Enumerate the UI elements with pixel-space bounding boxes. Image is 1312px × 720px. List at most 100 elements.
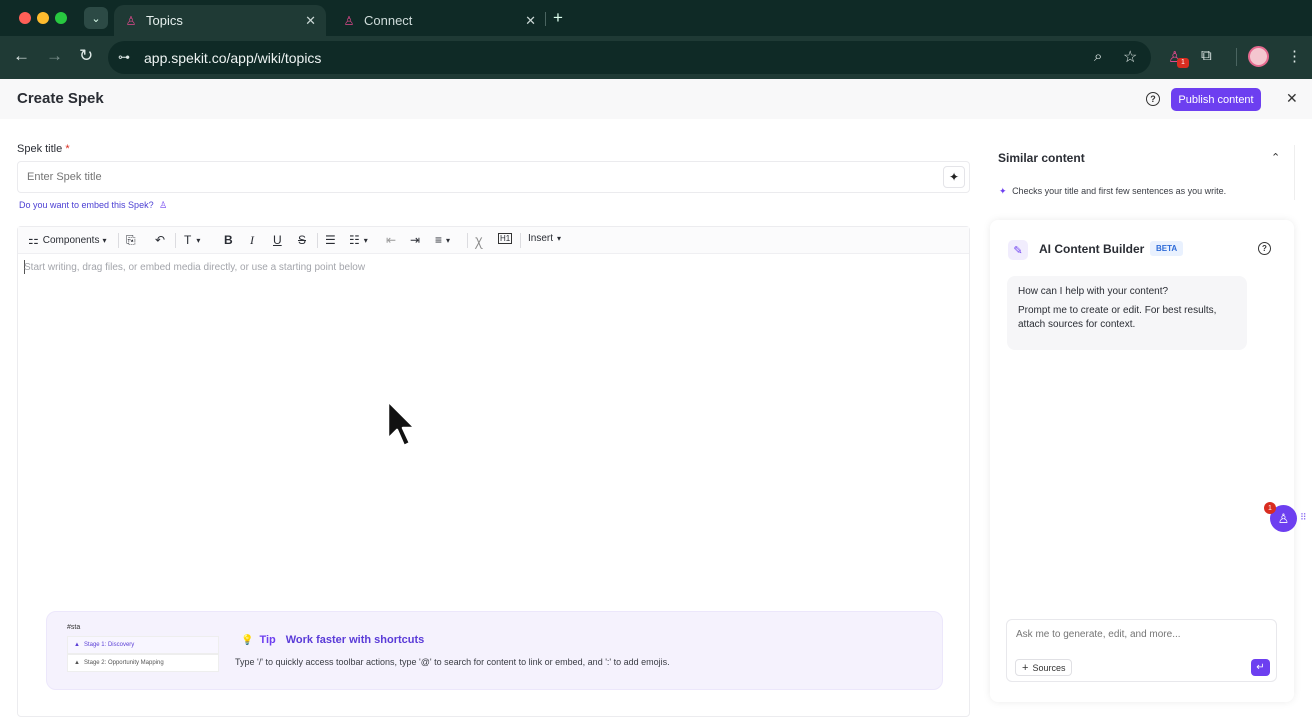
spek-title-label-text: Spek title — [17, 143, 63, 155]
url-text[interactable]: app.spekit.co/app/wiki/topics — [144, 50, 321, 66]
notification-badge: 1 — [1264, 502, 1276, 514]
publish-content-button[interactable]: Publish content — [1171, 88, 1261, 111]
spekit-icon: ▲ — [74, 642, 80, 648]
toolbar-divider — [467, 233, 468, 248]
ai-prompt-box[interactable]: + Sources ↵ — [1006, 619, 1277, 682]
embed-spek-link[interactable]: Do you want to embed this Spek? ♙ — [19, 200, 167, 211]
tab-connect[interactable]: ♙ Connect ✕ — [332, 5, 546, 36]
outdent-icon[interactable]: ⇤ — [386, 233, 396, 247]
chevron-down-icon: ▾ — [102, 235, 107, 245]
insert-dropdown[interactable]: Insert ▾ — [528, 233, 561, 244]
tip-heading: 💡 Tip Work faster with shortcuts — [241, 634, 424, 646]
panel-divider — [1294, 145, 1295, 200]
ai-message-line: Prompt me to create or edit. For best re… — [1018, 305, 1217, 330]
ai-prompt-input[interactable] — [1016, 629, 1266, 640]
chevron-down-icon: ▾ — [363, 235, 368, 245]
heading-icon[interactable]: H1 — [498, 233, 513, 244]
embed-spek-link-text[interactable]: Do you want to embed this Spek? — [19, 200, 154, 210]
ai-rewrite-icon[interactable]: ⎘ — [126, 233, 136, 248]
align-dropdown[interactable]: ≡ ▾ — [435, 233, 450, 247]
underline-icon[interactable]: U — [273, 233, 282, 247]
clear-format-icon[interactable]: Ꭓ — [475, 233, 483, 250]
bookmark-star-icon[interactable]: ☆ — [1123, 47, 1137, 67]
forward-arrow-icon[interactable]: → — [46, 46, 63, 66]
toolbar-divider — [118, 233, 119, 248]
tip-description: Type '/' to quickly access toolbar actio… — [235, 657, 670, 667]
tip-illustration-item: ▲ Stage 2: Opportunity Mapping — [67, 654, 219, 672]
chevron-down-icon: ▾ — [557, 234, 562, 243]
required-mark: * — [65, 143, 70, 155]
magic-wand-icon: ✎ — [1008, 240, 1028, 260]
ai-content-builder-panel: ✎ AI Content Builder BETA ? How can I he… — [990, 220, 1294, 702]
help-icon[interactable]: ? — [1146, 92, 1160, 106]
toolbar-divider — [1236, 48, 1237, 66]
kebab-menu-icon[interactable]: ⋮ — [1287, 47, 1302, 65]
spek-title-input[interactable] — [27, 171, 907, 183]
bullet-list-icon[interactable]: ☰ — [325, 233, 336, 247]
similar-content-heading: Similar content — [998, 151, 1085, 165]
browser-toolbar: ← → ↻ ⊶ app.spekit.co/app/wiki/topics ⌕ … — [0, 36, 1312, 79]
strikethrough-icon[interactable]: S — [298, 233, 306, 247]
text-style-dropdown[interactable]: T ▾ — [184, 233, 200, 247]
app-header: Create Spek ? Publish content ✕ — [0, 79, 1312, 119]
window-maximize-button[interactable] — [55, 12, 67, 24]
spekit-icon: ▲ — [74, 660, 80, 666]
tip-illustration: #sta ▲ Stage 1: Discovery ▲ Stage 2: Opp… — [67, 624, 222, 672]
tab-label: Connect — [364, 13, 413, 28]
indent-icon[interactable]: ⇥ — [410, 233, 420, 247]
close-icon[interactable]: ✕ — [525, 13, 536, 29]
chevron-up-icon[interactable]: ⌃ — [1271, 151, 1280, 164]
spekit-icon: ♙ — [1277, 510, 1290, 526]
toolbar-divider — [317, 233, 318, 248]
ai-sparkle-icon[interactable]: ✦ — [943, 166, 965, 188]
chevron-down-icon: ⌄ — [91, 12, 101, 25]
window-close-button[interactable] — [19, 12, 31, 24]
tab-label: Topics — [146, 13, 183, 28]
spek-title-label: Spek title * — [17, 143, 70, 155]
sources-button[interactable]: + Sources — [1015, 659, 1073, 676]
site-info-icon[interactable]: ⊶ — [118, 50, 130, 64]
mouse-pointer-icon — [386, 399, 417, 448]
close-icon[interactable]: ✕ — [305, 13, 316, 29]
tab-search-button[interactable]: ⌄ — [84, 7, 108, 29]
back-arrow-icon[interactable]: ← — [13, 46, 30, 66]
components-label: Components — [42, 234, 100, 246]
tab-topics[interactable]: ♙ Topics ✕ — [114, 5, 326, 36]
window-minimize-button[interactable] — [37, 12, 49, 24]
editor-placeholder: Start writing, drag files, or embed medi… — [24, 262, 366, 273]
plus-icon: + — [1022, 661, 1029, 674]
ai-message-bubble: How can I help with your content? Prompt… — [1007, 276, 1247, 350]
new-tab-button[interactable]: + — [553, 8, 563, 28]
insert-label: Insert — [528, 233, 554, 244]
shortcuts-tip-card: #sta ▲ Stage 1: Discovery ▲ Stage 2: Opp… — [46, 611, 943, 690]
browser-tab-bar: ⌄ ♙ Topics ✕ ♙ Connect ✕ + — [0, 0, 1312, 36]
toolbar-divider — [520, 233, 521, 248]
page-title: Create Spek — [17, 90, 104, 107]
spekit-favicon-icon: ♙ — [125, 13, 137, 28]
close-icon[interactable]: ✕ — [1286, 90, 1298, 107]
sources-label: Sources — [1032, 662, 1066, 673]
reload-icon[interactable]: ↻ — [79, 46, 93, 66]
drag-handle-icon[interactable]: ⠿ — [1300, 512, 1307, 523]
tip-illustration-input: #sta — [67, 624, 81, 631]
profile-avatar[interactable] — [1248, 46, 1269, 67]
send-button[interactable]: ↵ — [1251, 659, 1270, 676]
tip-illustration-item-label: Stage 1: Discovery — [83, 642, 135, 648]
address-bar[interactable]: ⊶ app.spekit.co/app/wiki/topics ⌕ ☆ — [108, 41, 1151, 74]
undo-icon[interactable]: ↶ — [155, 233, 165, 247]
spekit-icon: ♙ — [159, 200, 168, 210]
spek-title-field[interactable] — [17, 161, 970, 193]
italic-icon[interactable]: I — [250, 233, 254, 248]
extensions-puzzle-icon[interactable]: ⧉ — [1201, 47, 1212, 64]
tip-title: Work faster with shortcuts — [285, 634, 425, 646]
numbered-list-dropdown[interactable]: ☷ ▾ — [349, 233, 368, 247]
components-dropdown[interactable]: ⚏ Components ▾ — [28, 233, 106, 247]
zoom-icon[interactable]: ⌕ — [1094, 48, 1102, 65]
toolbar-divider — [175, 233, 176, 248]
sparkle-icon: ✦ — [999, 186, 1007, 196]
bold-icon[interactable]: B — [224, 233, 233, 247]
ai-message-line: How can I help with your content? — [1018, 286, 1169, 297]
tab-divider — [545, 12, 546, 26]
help-icon[interactable]: ? — [1258, 242, 1271, 255]
similar-content-note: ✦ Checks your title and first few senten… — [999, 186, 1226, 197]
